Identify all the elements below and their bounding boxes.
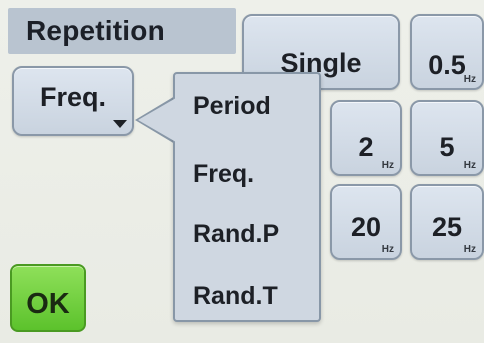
- ok-button[interactable]: OK: [10, 264, 86, 332]
- menu-item-rand-t[interactable]: Rand.T: [193, 282, 278, 311]
- freq-unit: Hz: [381, 244, 394, 255]
- mode-dropdown-button[interactable]: Freq.: [12, 66, 134, 136]
- mode-dropdown-label: Freq.: [39, 82, 106, 112]
- freq-20hz-button[interactable]: 20 Hz: [330, 184, 402, 260]
- freq-0-5hz-button[interactable]: 0.5 Hz: [410, 14, 484, 90]
- menu-item-period[interactable]: Period: [193, 92, 271, 121]
- ok-button-label: OK: [26, 288, 70, 320]
- freq-unit: Hz: [463, 244, 476, 255]
- freq-2hz-button[interactable]: 2 Hz: [330, 100, 402, 176]
- freq-unit: Hz: [381, 160, 394, 171]
- menu-item-rand-p[interactable]: Rand.P: [193, 220, 279, 249]
- freq-unit: Hz: [463, 74, 476, 85]
- freq-value: 5: [439, 132, 455, 162]
- freq-value: 20: [350, 212, 382, 242]
- freq-5hz-button[interactable]: 5 Hz: [410, 100, 484, 176]
- freq-value: 2: [358, 132, 374, 162]
- freq-25hz-button[interactable]: 25 Hz: [410, 184, 484, 260]
- freq-value: 25: [431, 212, 463, 242]
- menu-pointer: [138, 98, 176, 142]
- menu-item-freq[interactable]: Freq.: [193, 160, 254, 189]
- chevron-down-icon: [113, 120, 127, 128]
- repetition-screen: Repetition Single 0.5 Hz 2 Hz 5 Hz 20 Hz…: [0, 0, 484, 343]
- mode-dropdown-menu: Period Freq. Rand.P Rand.T: [173, 72, 321, 322]
- page-title: Repetition: [26, 15, 165, 46]
- title-bar: Repetition: [8, 8, 236, 54]
- freq-unit: Hz: [463, 160, 476, 171]
